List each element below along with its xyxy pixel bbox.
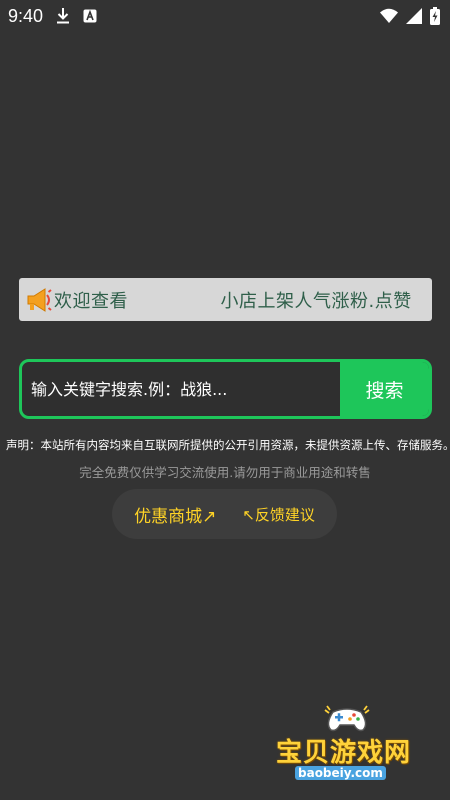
status-left: 9:40: [8, 6, 97, 27]
app-a-icon: [83, 9, 97, 23]
status-bar: 9:40: [0, 0, 450, 32]
signal-icon: [406, 8, 422, 24]
download-icon: [55, 7, 71, 25]
watermark-brand: 宝贝游戏网: [276, 738, 412, 768]
app-screen: 9:40 欢迎查看 小店上架人气涨粉.点赞 输入关键字搜索.例：战狼... 搜索…: [0, 0, 450, 800]
site-watermark-logo: 宝贝游戏网 baobeiy.com: [268, 700, 428, 790]
watermark-domain: baobeiy.com: [295, 766, 386, 780]
quick-links: 优惠商城↗ ↖反馈建议: [112, 489, 337, 539]
search-button[interactable]: 搜索: [340, 362, 429, 416]
notice-text: 欢迎查看 小店上架人气涨粉.点赞: [54, 291, 412, 312]
gamepad-icon: [323, 704, 371, 734]
status-right: [380, 7, 440, 25]
status-time: 9:40: [8, 5, 44, 26]
search-bar: 搜索: [19, 359, 432, 419]
feedback-link[interactable]: ↖反馈建议: [242, 504, 315, 525]
battery-charging-icon: [430, 7, 440, 25]
free-use-note: 完全免费仅供学习交流使用.请勿用于商业用途和转售: [79, 465, 371, 480]
notice-marquee: 欢迎查看 小店上架人气涨粉.点赞: [19, 278, 432, 321]
megaphone-icon: [25, 286, 53, 314]
search-input[interactable]: [22, 362, 340, 416]
discount-mall-link[interactable]: 优惠商城↗: [134, 502, 216, 527]
wifi-icon: [380, 8, 398, 24]
disclaimer-text: 声明：本站所有内容均来自互联网所提供的公开引用资源，未提供资源上传、存储服务。: [6, 438, 450, 452]
